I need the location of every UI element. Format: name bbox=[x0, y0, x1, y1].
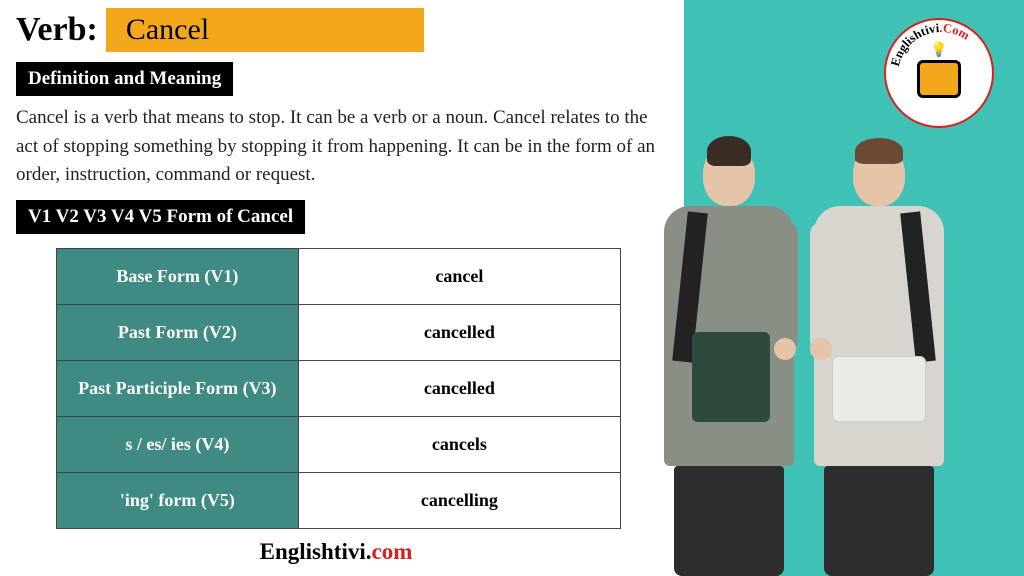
table-row: Past Participle Form (V3) cancelled bbox=[57, 360, 621, 416]
verb-word-highlight: Cancel bbox=[106, 8, 424, 52]
book-item bbox=[692, 332, 770, 422]
table-row: s / es/ ies (V4) cancels bbox=[57, 416, 621, 472]
arm-shape bbox=[774, 222, 798, 352]
table-row: Base Form (V1) cancel bbox=[57, 248, 621, 304]
form-value-cell: cancelling bbox=[298, 472, 620, 528]
table-row: 'ing' form (V5) cancelling bbox=[57, 472, 621, 528]
legs-shape bbox=[674, 466, 784, 576]
torso-shape bbox=[664, 206, 794, 466]
form-value-cell: cancelled bbox=[298, 304, 620, 360]
female-student-figure bbox=[804, 144, 954, 576]
form-label-cell: Base Form (V1) bbox=[57, 248, 299, 304]
brand-name: Englishtivi bbox=[260, 539, 366, 564]
arm-shape bbox=[810, 222, 834, 352]
verb-label: Verb: bbox=[16, 11, 98, 49]
definition-heading: Definition and Meaning bbox=[16, 62, 233, 96]
form-label-cell: 'ing' form (V5) bbox=[57, 472, 299, 528]
brand-tld: com bbox=[371, 539, 412, 564]
torso-shape bbox=[814, 206, 944, 466]
forms-table-wrap: Base Form (V1) cancel Past Form (V2) can… bbox=[16, 248, 664, 529]
forms-heading: V1 V2 V3 V4 V5 Form of Cancel bbox=[16, 200, 305, 234]
students-illustration bbox=[634, 136, 974, 576]
head-shape bbox=[853, 144, 905, 206]
legs-shape bbox=[824, 466, 934, 576]
verb-forms-table: Base Form (V1) cancel Past Form (V2) can… bbox=[56, 248, 621, 529]
definition-text: Cancel is a verb that means to stop. It … bbox=[16, 104, 664, 190]
verb-header-row: Verb: Cancel bbox=[16, 8, 664, 52]
form-label-cell: s / es/ ies (V4) bbox=[57, 416, 299, 472]
table-row: Past Form (V2) cancelled bbox=[57, 304, 621, 360]
form-label-cell: Past Form (V2) bbox=[57, 304, 299, 360]
form-label-cell: Past Participle Form (V3) bbox=[57, 360, 299, 416]
male-student-figure bbox=[654, 144, 804, 576]
form-value-cell: cancels bbox=[298, 416, 620, 472]
tv-icon bbox=[917, 60, 961, 98]
main-content: Verb: Cancel Definition and Meaning Canc… bbox=[0, 0, 680, 573]
brand-footer: Englishtivi.com bbox=[16, 539, 656, 565]
form-value-cell: cancel bbox=[298, 248, 620, 304]
tablet-item bbox=[832, 356, 926, 422]
backpack-strap bbox=[900, 211, 936, 362]
lightbulb-icon: 💡 bbox=[930, 42, 947, 59]
form-value-cell: cancelled bbox=[298, 360, 620, 416]
brand-logo-badge: Englishtivi.Com 💡 bbox=[884, 18, 994, 128]
head-shape bbox=[703, 144, 755, 206]
